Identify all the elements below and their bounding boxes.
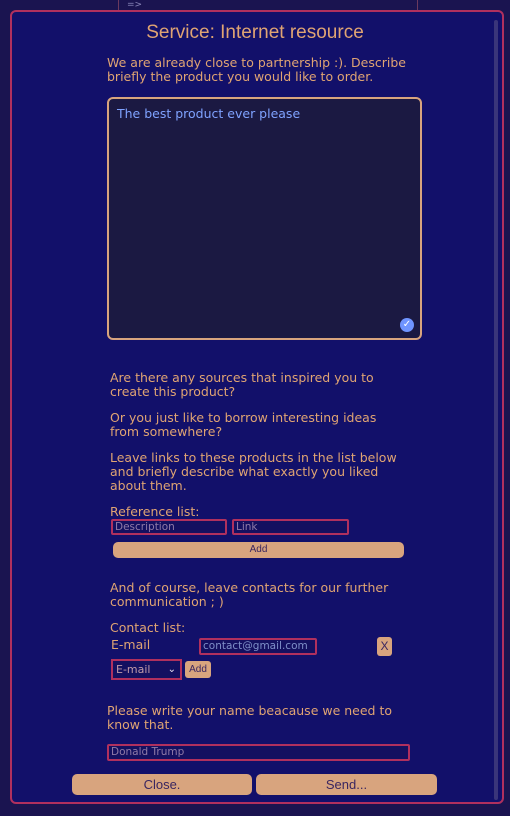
contact-type-selected: E-mail xyxy=(116,663,151,676)
scrollbar-thumb[interactable] xyxy=(494,20,498,800)
name-question: Please write your name beacause we need … xyxy=(107,703,393,732)
modal-title: Service: Internet resource xyxy=(146,22,364,43)
question-inspiration: Are there any sources that inspired you … xyxy=(110,370,374,399)
remove-contact-button[interactable]: X xyxy=(377,637,392,656)
product-description-value: The best product ever please xyxy=(117,106,301,121)
question-leave-links: Leave links to these products in the lis… xyxy=(110,450,397,493)
reference-list-label: Reference list: xyxy=(110,504,200,519)
contact-list-label: Contact list: xyxy=(110,620,186,635)
intro-text: We are already close to partnership :). … xyxy=(107,55,406,84)
add-reference-button[interactable]: Add xyxy=(113,542,404,558)
reference-link-input[interactable]: Link xyxy=(232,519,349,535)
contact-type-label: E-mail xyxy=(111,637,151,652)
product-description-textarea[interactable]: The best product ever please ✓ xyxy=(107,97,422,340)
modal-scrollbar[interactable] xyxy=(494,20,500,800)
check-circle-icon: ✓ xyxy=(400,318,414,332)
close-button[interactable]: Close. xyxy=(72,774,252,795)
question-borrow-ideas: Or you just like to borrow interesting i… xyxy=(110,410,377,439)
chevron-down-icon: ⌄ xyxy=(167,664,176,675)
send-button[interactable]: Send... xyxy=(256,774,437,795)
add-contact-button[interactable]: Add xyxy=(185,661,211,678)
contacts-intro-text: And of course, leave contacts for our fu… xyxy=(110,580,389,609)
contact-email-input[interactable]: contact@gmail.com xyxy=(199,638,317,655)
contact-type-select[interactable]: E-mail ⌄ xyxy=(111,659,182,680)
reference-description-input[interactable]: Description xyxy=(111,519,227,535)
name-input[interactable]: Donald Trump xyxy=(107,744,410,761)
